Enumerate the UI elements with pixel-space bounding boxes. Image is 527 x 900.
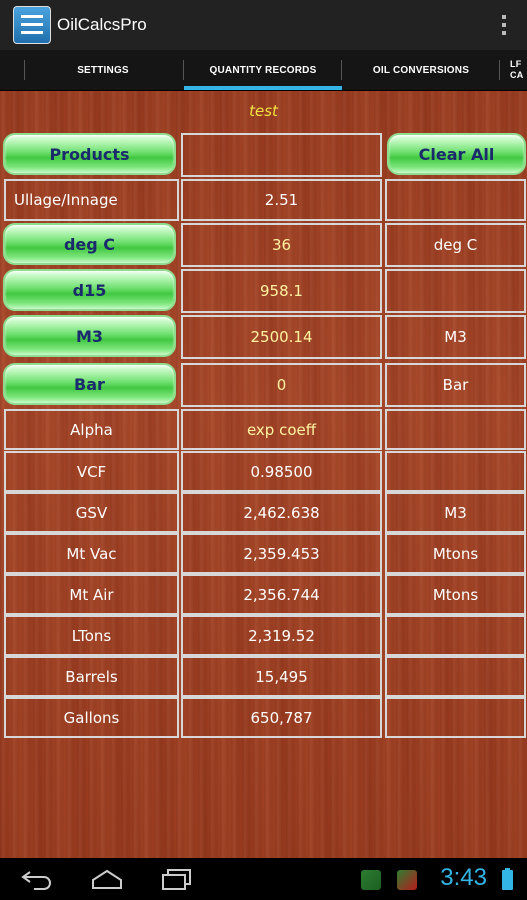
deg-c-button[interactable]: deg C: [3, 223, 176, 265]
row-unit: M3: [385, 492, 526, 533]
row-value: 0.98500: [181, 451, 382, 492]
tab-oil-conversions-label: OIL CONVERSIONS: [372, 64, 470, 76]
cube-notification-icon: [361, 870, 381, 890]
pressure-input[interactable]: 0: [181, 363, 382, 407]
tab-settings-label: SETTINGS: [77, 64, 129, 76]
row-label: Gallons: [4, 697, 179, 738]
tab-quantity-records[interactable]: QUANTITY RECORDS: [184, 50, 342, 90]
home-icon[interactable]: [90, 868, 124, 890]
row-label: Alpha: [4, 409, 179, 450]
row-value: 650,787: [181, 697, 382, 738]
row-label: GSV: [4, 492, 179, 533]
battery-icon: [502, 868, 513, 890]
temperature-input[interactable]: 36: [181, 223, 382, 267]
app-title: OilCalcsPro: [57, 15, 147, 34]
cube-notification-icon: [397, 870, 417, 890]
row-unit: Mtons: [385, 574, 526, 615]
volume-input[interactable]: 2500.14: [181, 315, 382, 359]
row-unit: [385, 409, 526, 450]
clear-all-button[interactable]: Clear All: [387, 133, 526, 175]
row-label: Mt Vac: [4, 533, 179, 574]
bar-button[interactable]: Bar: [3, 363, 176, 405]
notification-icons: [361, 870, 417, 890]
tab-settings[interactable]: SETTINGS: [0, 50, 184, 90]
row-value: 15,495: [181, 656, 382, 697]
status-clock: 3:43: [440, 864, 487, 891]
action-bar: OilCalcsPro: [0, 0, 527, 50]
products-button[interactable]: Products: [3, 133, 176, 175]
row-value: 2,462.638: [181, 492, 382, 533]
tab-oil-conversions[interactable]: OIL CONVERSIONS: [342, 50, 500, 90]
row-label: Barrels: [4, 656, 179, 697]
row-label: LTons: [4, 615, 179, 656]
density-input[interactable]: 958.1: [181, 269, 382, 313]
d15-button[interactable]: d15: [3, 269, 176, 311]
row-unit: [385, 697, 526, 738]
tab-lf-ca[interactable]: LF CA: [500, 50, 527, 90]
alpha-input[interactable]: exp coeff: [181, 409, 382, 450]
app-icon[interactable]: [13, 6, 51, 44]
tab-bar: SETTINGS QUANTITY RECORDS OIL CONVERSION…: [0, 50, 527, 91]
ullage-input[interactable]: 2.51: [181, 179, 382, 221]
recent-apps-icon[interactable]: [160, 868, 194, 890]
back-icon[interactable]: [20, 868, 54, 890]
row-value: 2,356.744: [181, 574, 382, 615]
row-unit: [385, 656, 526, 697]
row-label: Mt Air: [4, 574, 179, 615]
record-name: test: [249, 102, 278, 120]
row-label: Ullage/Innage: [4, 179, 179, 221]
header-value-cell: [181, 133, 382, 177]
row-unit: [385, 451, 526, 492]
tab-quantity-records-label: QUANTITY RECORDS: [209, 64, 317, 76]
row-label: VCF: [4, 451, 179, 492]
row-unit: M3: [385, 315, 526, 359]
row-value: 2,319.52: [181, 615, 382, 656]
row-unit: [385, 179, 526, 221]
m3-button[interactable]: M3: [3, 315, 176, 357]
row-value: 2,359.453: [181, 533, 382, 574]
row-unit: deg C: [385, 223, 526, 267]
quantity-records-panel: test Products Clear All Ullage/Innage 2.…: [0, 91, 527, 858]
row-unit: [385, 615, 526, 656]
row-unit: [385, 269, 526, 313]
overflow-menu-icon[interactable]: [501, 15, 507, 35]
system-nav-bar: 3:43: [0, 858, 527, 900]
row-unit: Mtons: [385, 533, 526, 574]
row-unit: Bar: [385, 363, 526, 407]
tab-lf-ca-label: LF CA: [510, 59, 524, 80]
